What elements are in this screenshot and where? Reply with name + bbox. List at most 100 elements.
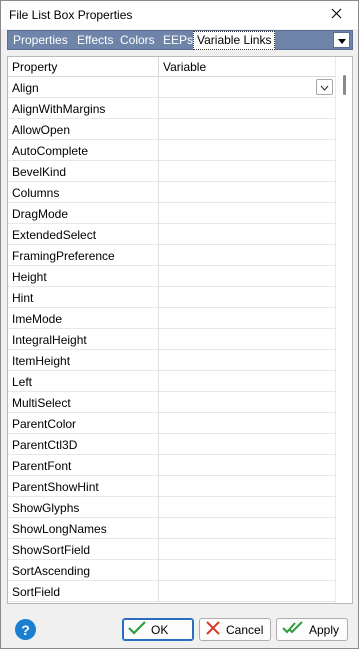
window-title: File List Box Properties (9, 8, 133, 22)
variable-cell[interactable] (159, 266, 335, 286)
table-row[interactable]: AlignWithMargins (8, 98, 335, 119)
table-row[interactable]: ParentFont (8, 455, 335, 476)
dialog-window: File List Box Properties Properties Effe… (0, 0, 359, 649)
variable-cell[interactable] (159, 539, 335, 559)
property-name-cell: DragMode (12, 207, 69, 221)
property-name-cell: IntegralHeight (12, 333, 87, 347)
property-name-cell: ParentShowHint (12, 480, 99, 494)
variable-cell[interactable] (159, 518, 335, 538)
variable-cell[interactable] (159, 287, 335, 307)
double-checkmark-icon (282, 621, 309, 638)
table-row[interactable]: AutoComplete (8, 140, 335, 161)
variable-cell[interactable] (159, 371, 335, 391)
property-name-cell: ParentFont (12, 459, 72, 473)
table-row[interactable]: ParentColor (8, 413, 335, 434)
variable-cell[interactable] (159, 203, 335, 223)
variable-cell[interactable] (159, 434, 335, 454)
table-row[interactable]: DragMode (8, 203, 335, 224)
variable-cell[interactable] (159, 350, 335, 370)
variable-cell[interactable] (159, 392, 335, 412)
close-button[interactable] (314, 1, 358, 29)
table-row[interactable]: MultiSelect (8, 392, 335, 413)
table-row[interactable]: ParentShowHint (8, 476, 335, 497)
variable-cell[interactable] (159, 329, 335, 349)
apply-label: Apply (309, 622, 340, 637)
property-name-cell: Columns (12, 186, 60, 200)
variable-cell[interactable] (159, 497, 335, 517)
vertical-scrollbar[interactable] (335, 57, 352, 603)
cancel-label: Cancel (226, 622, 264, 637)
table-row[interactable]: Columns (8, 182, 335, 203)
table-row[interactable]: Align (8, 77, 335, 98)
property-name-cell: ShowGlyphs (12, 501, 80, 515)
variable-cell[interactable] (159, 224, 335, 244)
property-name-cell: AutoComplete (12, 144, 89, 158)
variable-cell[interactable] (159, 560, 335, 580)
property-name-cell: MultiSelect (12, 396, 71, 410)
tab-effects[interactable]: Effects (74, 32, 116, 49)
property-name-cell: SortAscending (12, 564, 91, 578)
property-name-cell: SortField (12, 585, 61, 599)
tab-overflow-dropdown[interactable] (333, 32, 350, 48)
table-row[interactable]: BevelKind (8, 161, 335, 182)
variable-cell[interactable] (159, 581, 335, 601)
variable-cell[interactable] (159, 98, 335, 118)
cancel-button[interactable]: Cancel (199, 618, 271, 641)
tab-eeps[interactable]: EEPs (160, 32, 196, 49)
property-name-cell: ShowLongNames (12, 522, 107, 536)
ok-button[interactable]: OK (122, 618, 194, 641)
scrollbar-thumb[interactable] (343, 75, 346, 95)
table-row[interactable]: SortField (8, 581, 335, 602)
column-divider[interactable] (158, 57, 159, 77)
property-name-cell: ParentColor (12, 417, 77, 431)
table-row[interactable]: ParentCtl3D (8, 434, 335, 455)
title-bar: File List Box Properties (1, 1, 358, 29)
x-icon (205, 621, 226, 638)
table-row[interactable]: AllowOpen (8, 119, 335, 140)
tab-colors[interactable]: Colors (117, 32, 158, 49)
variable-cell[interactable] (159, 476, 335, 496)
variable-cell[interactable] (159, 77, 335, 97)
property-name-cell: Height (12, 270, 47, 284)
property-name-cell: Align (12, 81, 39, 95)
table-row[interactable]: ItemHeight (8, 350, 335, 371)
property-name-cell: ShowSortField (12, 543, 91, 557)
table-row[interactable]: Left (8, 371, 335, 392)
column-header-property[interactable]: Property (12, 60, 57, 74)
property-name-cell: ItemHeight (12, 354, 71, 368)
variable-cell[interactable] (159, 308, 335, 328)
button-bar: ? OK Cancel Apply (1, 607, 358, 648)
apply-button[interactable]: Apply (276, 618, 348, 641)
variable-cell[interactable] (159, 455, 335, 475)
variable-cell[interactable] (159, 182, 335, 202)
variable-cell[interactable] (159, 140, 335, 160)
table-row[interactable]: ExtendedSelect (8, 224, 335, 245)
variable-cell[interactable] (159, 119, 335, 139)
property-grid: Property Variable Align AlignWithMargins A… (7, 56, 353, 604)
chevron-down-icon (320, 80, 329, 94)
table-row[interactable]: Hint (8, 287, 335, 308)
table-row[interactable]: ShowGlyphs (8, 497, 335, 518)
help-icon[interactable]: ? (15, 619, 36, 640)
grid-rows: Align AlignWithMargins AllowOpen AutoComple… (8, 77, 335, 602)
variable-cell[interactable] (159, 245, 335, 265)
table-row[interactable]: Height (8, 266, 335, 287)
variable-cell[interactable] (159, 413, 335, 433)
property-name-cell: ImeMode (12, 312, 63, 326)
tab-variable-links[interactable]: Variable Links (193, 31, 276, 50)
column-header-variable[interactable]: Variable (163, 60, 206, 74)
table-row[interactable]: FramingPreference (8, 245, 335, 266)
table-row[interactable]: ImeMode (8, 308, 335, 329)
close-icon (331, 8, 342, 22)
variable-dropdown-button[interactable] (316, 79, 333, 95)
tab-properties[interactable]: Properties (10, 32, 71, 49)
table-row[interactable]: ShowLongNames (8, 518, 335, 539)
table-row[interactable]: IntegralHeight (8, 329, 335, 350)
grid-header: Property Variable (8, 57, 335, 77)
table-row[interactable]: SortAscending (8, 560, 335, 581)
table-row[interactable]: ShowSortField (8, 539, 335, 560)
property-name-cell: ExtendedSelect (12, 228, 97, 242)
checkmark-icon (128, 621, 151, 638)
variable-cell[interactable] (159, 161, 335, 181)
property-name-cell: FramingPreference (12, 249, 115, 263)
